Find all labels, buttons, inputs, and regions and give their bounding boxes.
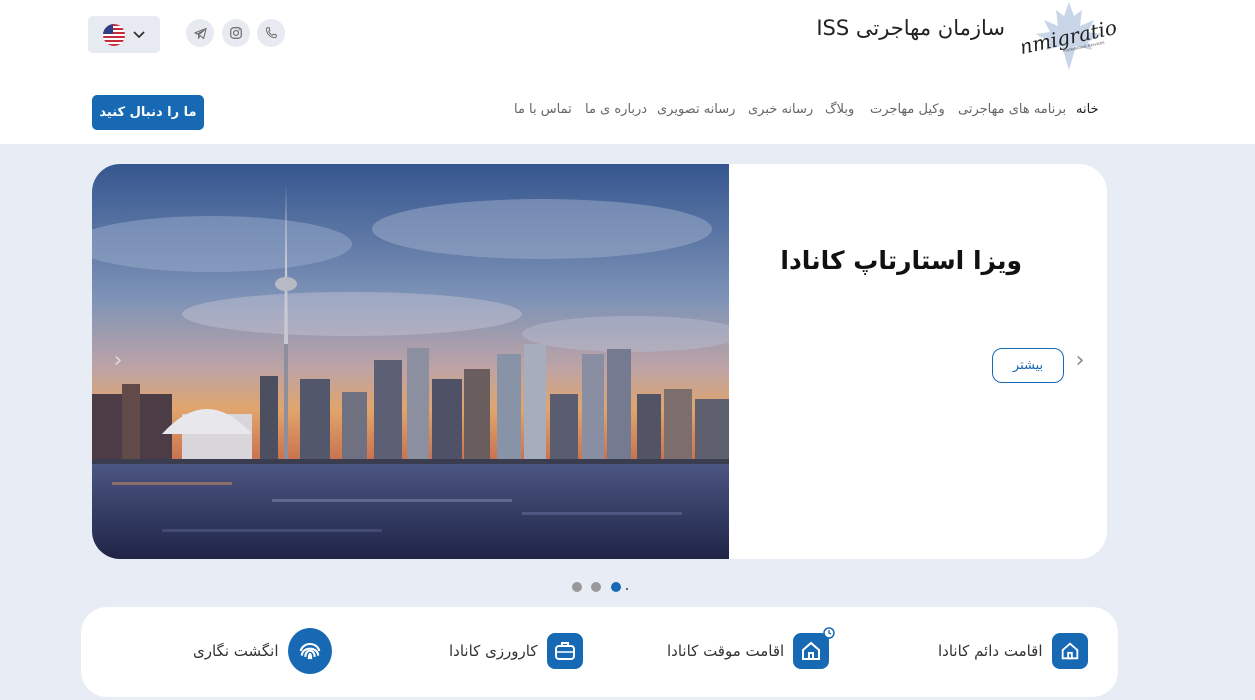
service-temporary-residence[interactable]: اقامت موقت کانادا [667,627,835,675]
nav-item-about[interactable]: درباره ی ما [585,102,647,122]
hero-slider: ‹ ویزا استارتاپ کانادا بیشتر ‹ [92,164,1107,559]
home-icon [1051,633,1088,669]
service-label: اقامت دائم کانادا [938,642,1043,660]
next-slide-button[interactable]: ‹ [1072,348,1088,373]
brand-title: سازمان مهاجرتی ISS [816,16,1005,40]
dot-marker [626,588,628,590]
nav-item-news[interactable]: رسانه خبری [748,102,813,122]
chevron-down-icon [133,30,145,38]
us-flag-icon [103,23,125,46]
more-button[interactable]: بیشتر [992,348,1064,383]
hero-title: ویزا استارتاپ کانادا [780,246,1022,275]
service-fingerprinting[interactable]: انگشت نگاری [193,627,332,675]
slider-dots [566,582,628,594]
services-bar: اقامت دائم کانادا اقامت موقت کانادا کارو… [81,607,1118,697]
nav-item-contact[interactable]: تماس با ما [514,102,572,122]
toronto-skyline-image [92,164,729,559]
phone-icon [265,27,277,39]
home-clock-icon [793,627,835,669]
service-internship[interactable]: کارورزی کانادا [449,627,583,675]
service-label: کارورزی کانادا [449,642,538,660]
briefcase-icon [546,633,583,669]
slide-dot[interactable] [572,582,582,592]
nav-item-programs[interactable]: برنامه های مهاجرتی [958,102,1066,122]
language-selector[interactable] [88,16,160,53]
previous-slide-button[interactable]: ‹ [110,348,126,373]
nav-item-blog[interactable]: وبلاگ [825,102,854,122]
nav-item-home[interactable]: خانه [1076,102,1099,122]
service-label: اقامت موقت کانادا [667,642,785,660]
nav-item-lawyer[interactable]: وکیل مهاجرت [870,102,945,122]
slide-dot-active[interactable] [611,582,621,592]
service-label: انگشت نگاری [193,642,279,660]
telegram-button[interactable] [186,19,214,47]
service-permanent-residence[interactable]: اقامت دائم کانادا [938,627,1088,675]
nav-item-media[interactable]: رسانه تصویری [657,102,735,122]
telegram-icon [193,27,207,39]
follow-us-button[interactable]: ما را دنبال کنید [92,95,204,130]
site-header: Immigration Professional Services سازمان… [0,0,1255,144]
phone-button[interactable] [257,19,285,47]
fingerprint-icon [287,628,332,674]
logo[interactable]: Immigration Professional Services [1003,2,1132,70]
instagram-button[interactable] [222,19,250,47]
slide-dot[interactable] [591,582,601,592]
instagram-icon [230,27,242,39]
